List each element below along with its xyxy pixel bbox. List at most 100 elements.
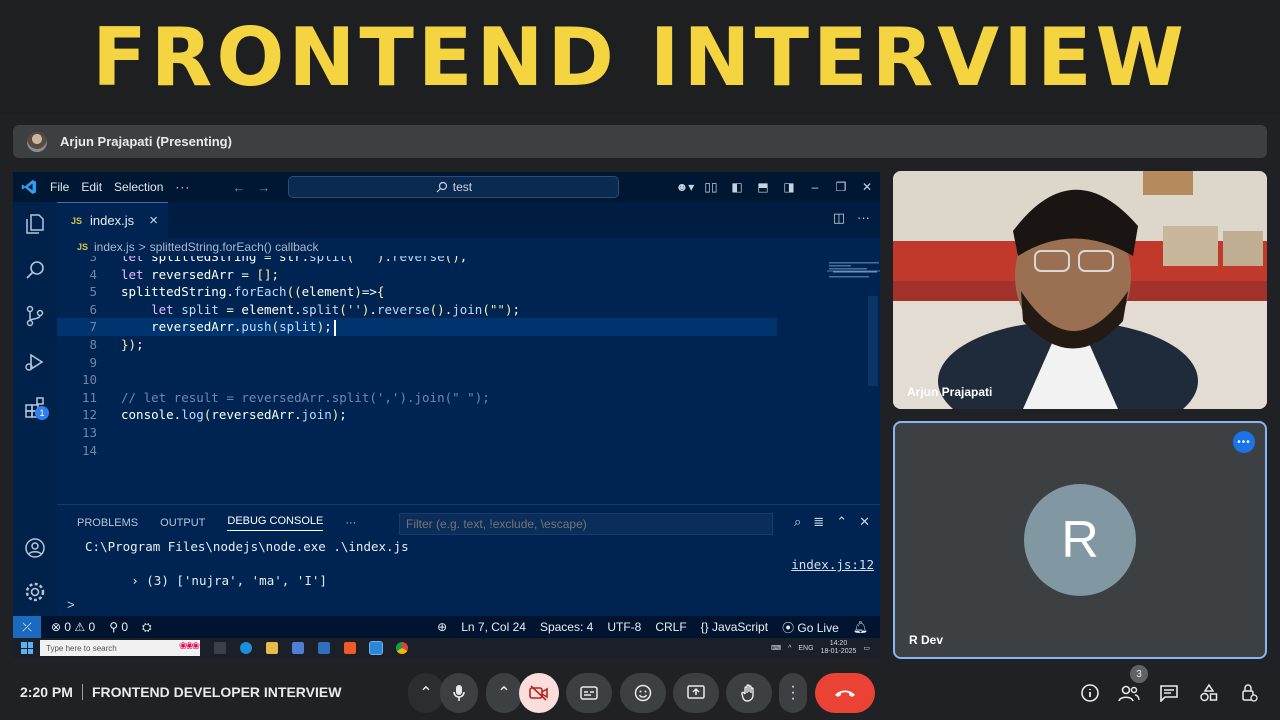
maximize-panel-icon[interactable]: ⌃ <box>836 514 847 530</box>
panel-more-tabs[interactable]: ··· <box>345 517 356 529</box>
edge-icon[interactable] <box>240 642 252 654</box>
code-line[interactable]: 9 <box>57 354 880 372</box>
expand-chevron-icon[interactable]: › <box>131 573 146 588</box>
line-ending[interactable]: CRLF <box>655 620 686 634</box>
ports-status[interactable]: ⚲ 0 <box>109 620 128 634</box>
code-line[interactable]: 3 let splittedString = str.split(" ").rev… <box>57 256 880 266</box>
back-arrow-icon[interactable]: ← <box>232 180 245 195</box>
search-sidebar-icon[interactable] <box>23 258 47 282</box>
video-options-icon[interactable]: ⌃ <box>486 673 522 713</box>
minimap[interactable] <box>827 256 880 296</box>
activities-icon[interactable] <box>1198 682 1220 704</box>
go-live-button[interactable]: ⦿ Go Live <box>782 619 839 636</box>
split-editor-icon[interactable]: ◫ <box>833 210 845 226</box>
file-explorer-icon[interactable] <box>266 642 278 654</box>
host-controls-icon[interactable] <box>1238 682 1260 704</box>
menu-edit[interactable]: Edit <box>81 180 102 194</box>
windows-start-icon[interactable] <box>21 642 33 654</box>
taskbar-search[interactable]: Type here to search ❀❀❀ <box>40 640 200 656</box>
remote-indicator-icon[interactable]: ⤫ <box>13 616 41 638</box>
mail-icon[interactable] <box>318 642 330 654</box>
clear-console-icon[interactable]: ≣ <box>813 514 824 530</box>
code-line[interactable]: 12 console.log(reversedArr.join); <box>57 406 880 424</box>
chat-icon[interactable] <box>1158 682 1180 704</box>
shared-screen-vscode[interactable]: File Edit Selection ··· ← → test ☻▾ ▯▯ ◧… <box>13 172 880 658</box>
audio-options-icon[interactable]: ⌃ <box>408 673 444 713</box>
explorer-icon[interactable] <box>23 212 47 236</box>
console-output-row[interactable]: › (3) ['nujra', 'ma', 'I'] <box>71 558 327 603</box>
tab-index-js[interactable]: JS index.js × <box>57 202 168 238</box>
menu-more[interactable]: ··· <box>175 180 190 194</box>
taskbar-clock[interactable]: 14:20 18-01-2025 <box>821 640 857 656</box>
editor-scrollbar[interactable] <box>868 296 878 386</box>
notifications-bell-icon[interactable]: 🔔︎ <box>853 620 868 634</box>
code-line[interactable]: 8}); <box>57 336 880 354</box>
vscode-taskbar-icon[interactable] <box>369 641 383 655</box>
more-actions-icon[interactable]: ··· <box>857 210 870 226</box>
lang-indicator[interactable]: ENG <box>798 645 813 652</box>
filter-search-icon[interactable]: ⌕ <box>794 514 801 530</box>
console-filter-input[interactable] <box>399 513 773 535</box>
command-center-search[interactable]: test <box>288 176 620 198</box>
meeting-details-icon[interactable] <box>1079 682 1101 704</box>
breadcrumb-symbol[interactable]: splittedString.forEach() callback <box>150 240 319 254</box>
chrome-icon[interactable] <box>396 642 408 654</box>
debug-status-icon[interactable]: ⛭ <box>142 620 152 635</box>
indentation[interactable]: Spaces: 4 <box>540 620 593 634</box>
raise-hand-button[interactable] <box>726 673 772 713</box>
participant-tile-rdev[interactable]: ••• R R Dev <box>893 421 1267 659</box>
toggle-secondary-sidebar-icon[interactable]: ◨ <box>776 172 802 202</box>
encoding[interactable]: UTF-8 <box>607 620 641 634</box>
code-line[interactable]: 4 let reversedArr = []; <box>57 266 880 284</box>
notification-center-icon[interactable]: ▭ <box>863 644 870 652</box>
code-line[interactable]: 11 // let result = reversedArr.split(',')… <box>57 389 880 407</box>
code-line[interactable]: 10 <box>57 371 880 389</box>
camera-off-button[interactable] <box>519 673 559 713</box>
code-line[interactable]: 5 splittedString.forEach((element)=>{ <box>57 283 880 301</box>
minimize-icon[interactable]: – <box>802 172 828 202</box>
leave-call-button[interactable] <box>815 673 875 713</box>
captions-button[interactable] <box>566 673 612 713</box>
console-prompt[interactable]: > <box>67 597 75 612</box>
close-tab-icon[interactable]: × <box>149 212 158 229</box>
source-control-icon[interactable] <box>23 304 47 328</box>
more-options-icon[interactable]: ••• <box>1233 431 1255 453</box>
code-line[interactable]: 13 <box>57 424 880 442</box>
code-line[interactable]: 6 let split = element.split('').reverse(… <box>57 301 880 319</box>
menu-selection[interactable]: Selection <box>114 180 163 194</box>
cursor-position[interactable]: Ln 7, Col 24 <box>461 620 526 634</box>
console-source-link[interactable]: index.js:12 <box>791 557 874 572</box>
tray-chevron-icon[interactable]: ^ <box>788 645 791 652</box>
zoom-icon[interactable]: ⊕ <box>437 620 447 634</box>
restore-icon[interactable]: ❐ <box>828 172 854 202</box>
brave-icon[interactable] <box>344 642 356 654</box>
reactions-button[interactable] <box>620 673 666 713</box>
store-icon[interactable] <box>292 642 304 654</box>
toggle-panel-icon[interactable]: ⬒ <box>750 172 776 202</box>
code-line[interactable]: 14 <box>57 442 880 460</box>
toggle-sidebar-icon[interactable]: ◧ <box>724 172 750 202</box>
breadcrumb-file[interactable]: index.js <box>94 240 135 254</box>
menu-file[interactable]: File <box>50 180 69 194</box>
layout-customize-icon[interactable]: ▯▯ <box>698 172 724 202</box>
code-editor[interactable]: 3 let splittedString = str.split(" ").rev… <box>57 256 880 504</box>
participant-tile-arjun[interactable]: Arjun Prajapati <box>893 171 1267 409</box>
task-view-icon[interactable] <box>214 642 226 654</box>
keyboard-icon[interactable]: ⌨ <box>771 644 781 652</box>
code-line[interactable]: 7 reversedArr.push(split); <box>57 318 777 337</box>
settings-gear-icon[interactable] <box>23 580 47 604</box>
people-icon[interactable] <box>1118 682 1140 704</box>
present-screen-button[interactable] <box>673 673 719 713</box>
copilot-icon[interactable]: ☻▾ <box>672 172 698 202</box>
more-options-button[interactable]: · · · <box>779 673 807 713</box>
close-panel-icon[interactable]: ✕ <box>859 514 870 530</box>
language-mode[interactable]: {} JavaScript <box>701 620 768 634</box>
microphone-button[interactable] <box>440 673 478 713</box>
tab-debug-console[interactable]: DEBUG CONSOLE <box>227 515 324 531</box>
problems-status[interactable]: ⊗ 0 ⚠ 0 <box>51 620 95 634</box>
close-window-icon[interactable]: ✕ <box>854 172 880 202</box>
run-debug-icon[interactable] <box>23 350 47 374</box>
account-icon[interactable] <box>23 536 47 560</box>
tab-output[interactable]: OUTPUT <box>160 517 205 529</box>
tab-problems[interactable]: PROBLEMS <box>77 517 138 529</box>
